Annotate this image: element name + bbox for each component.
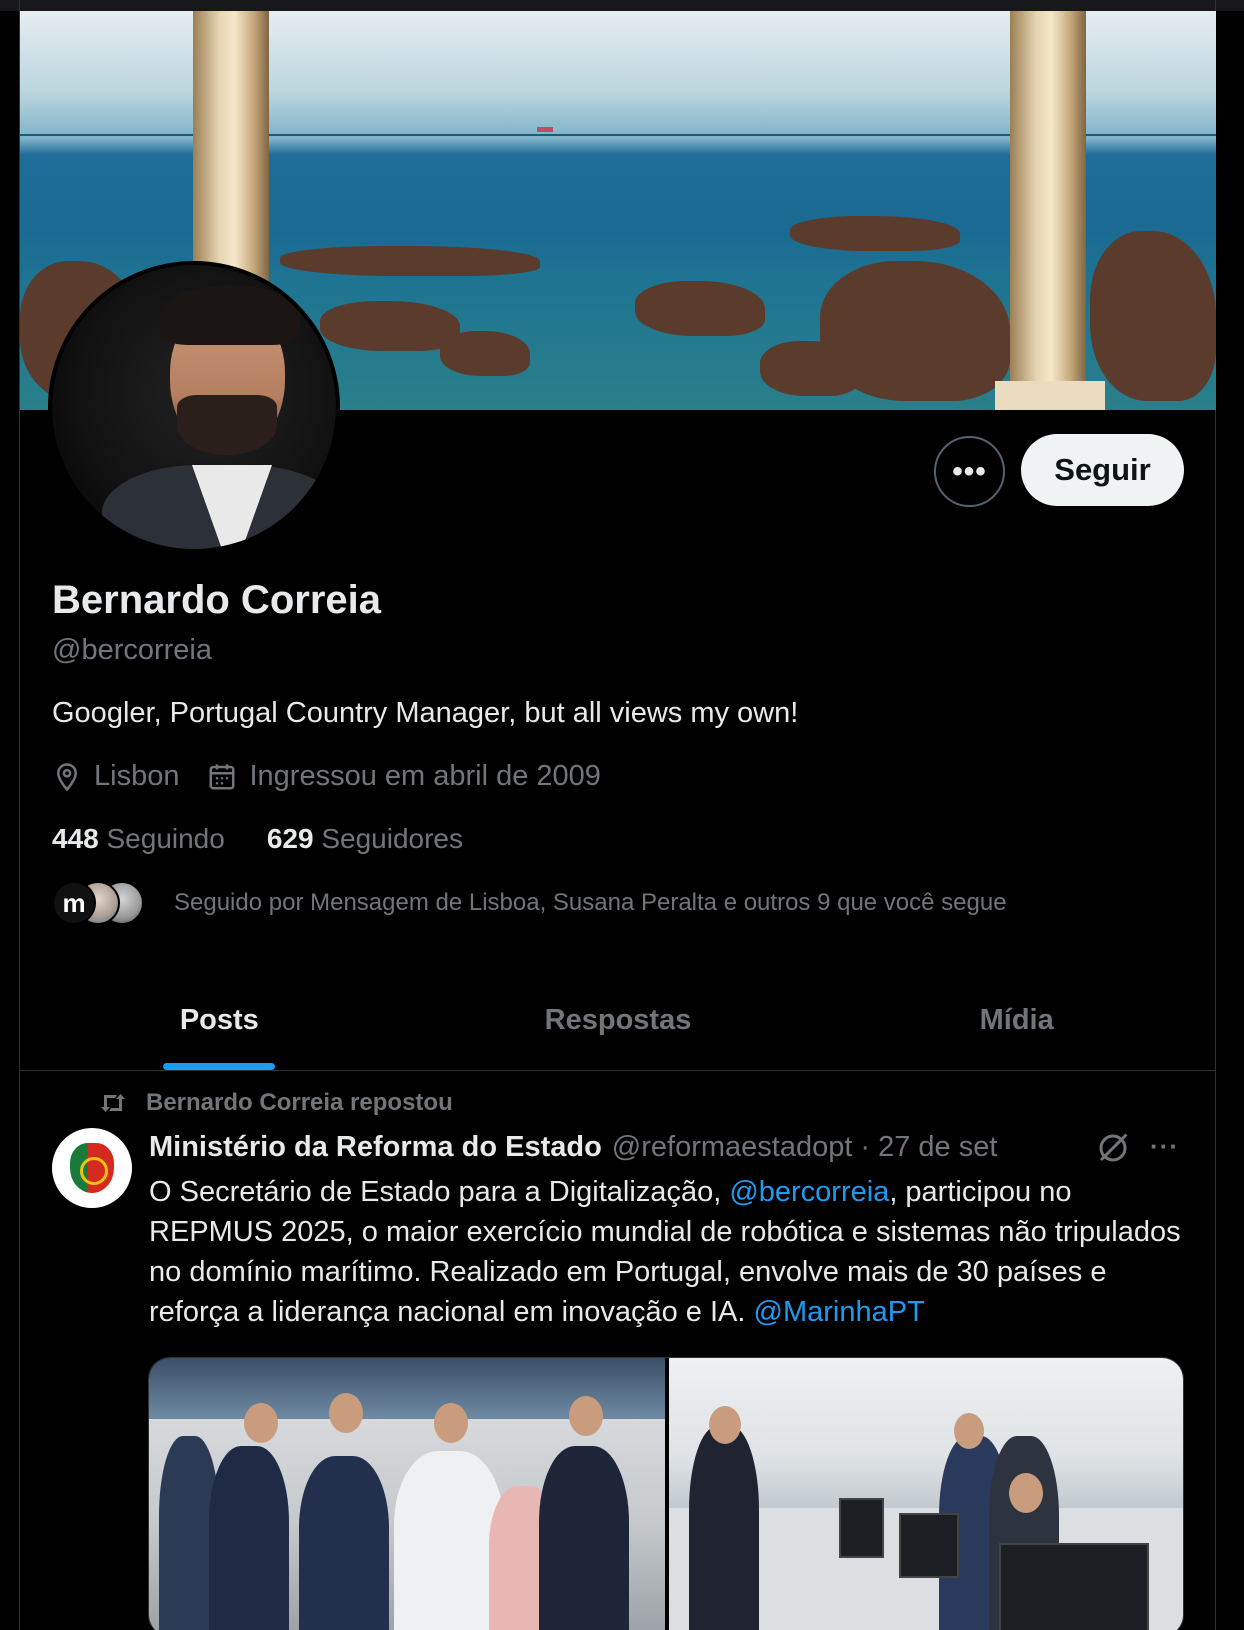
head — [434, 1403, 468, 1443]
post-photo[interactable] — [669, 1358, 1183, 1630]
portugal-emblem-icon — [70, 1143, 114, 1193]
head — [244, 1403, 278, 1443]
profile-avatar[interactable] — [48, 261, 340, 553]
location-pin-icon — [56, 762, 78, 791]
followers-count: 629 — [266, 823, 314, 854]
more-options-button[interactable]: ••• — [934, 436, 1005, 507]
head — [1009, 1473, 1043, 1513]
head — [954, 1413, 984, 1449]
mention-link[interactable]: @bercorreia — [729, 1176, 889, 1208]
column-right — [1010, 11, 1086, 410]
boat — [537, 127, 553, 132]
separator: · — [860, 1131, 871, 1163]
rock — [1090, 231, 1216, 401]
join-date-label: Ingressou em abril de 2009 — [249, 760, 601, 792]
head — [569, 1396, 603, 1436]
tab-label: Posts — [179, 1003, 259, 1036]
rock — [790, 216, 960, 251]
person — [689, 1426, 759, 1630]
follow-counts: 448 Seguindo 629 Seguidores — [52, 823, 505, 855]
join-date: Ingressou em abril de 2009 — [207, 760, 601, 793]
tab-posts[interactable]: Posts — [20, 970, 419, 1070]
post-author-avatar[interactable] — [52, 1128, 132, 1208]
person — [539, 1446, 629, 1630]
followed-by-row[interactable]: m Seguido por Mensagem de Lisboa, Susana… — [52, 881, 1007, 925]
avatar-beard — [177, 395, 277, 455]
post-header: Ministério da Reforma do Estado @reforma… — [149, 1131, 997, 1164]
monitor — [999, 1543, 1149, 1630]
head — [329, 1393, 363, 1433]
active-tab-indicator — [163, 1063, 276, 1070]
monitor — [839, 1498, 884, 1558]
tab-label: Respostas — [544, 1003, 692, 1036]
rock — [320, 301, 460, 351]
tab-replies[interactable]: Respostas — [419, 970, 818, 1070]
mini-avatar: m — [52, 881, 96, 925]
post-text-part: O Secretário de Estado para a Digitaliza… — [149, 1176, 730, 1208]
person — [394, 1451, 504, 1630]
repost-label: Bernardo Correia repostou — [146, 1089, 453, 1116]
repost-icon — [101, 1094, 125, 1112]
avatar-hair — [160, 285, 300, 345]
profile-bio: Googler, Portugal Country Manager, but a… — [52, 697, 799, 729]
rock — [820, 261, 1010, 401]
follow-button[interactable]: Seguir — [1021, 434, 1184, 506]
location: Lisbon — [52, 760, 179, 793]
monitor — [899, 1513, 959, 1578]
following-link[interactable]: 448 Seguindo — [52, 823, 225, 855]
column-left — [193, 11, 269, 281]
mention-link[interactable]: @MarinhaPT — [754, 1296, 925, 1328]
rock — [440, 331, 530, 376]
tab-media[interactable]: Mídia — [817, 970, 1216, 1070]
more-icon: ••• — [952, 454, 987, 488]
profile-meta: Lisbon Ingressou em abril de 2009 — [52, 760, 629, 793]
post-text: O Secretário de Estado para a Digitaliza… — [149, 1172, 1189, 1332]
post-author-handle[interactable]: @reformaestadopt — [612, 1131, 853, 1164]
profile-tabs: Posts Respostas Mídia — [20, 970, 1216, 1071]
followers-link[interactable]: 629 Seguidores — [267, 823, 463, 855]
post-more-button[interactable]: ··· — [1150, 1131, 1179, 1162]
profile-handle: @bercorreia — [52, 634, 212, 666]
calendar-icon — [209, 764, 235, 789]
following-label: Seguindo — [106, 823, 225, 854]
person — [209, 1446, 289, 1630]
column-base — [995, 381, 1105, 410]
repost-indicator[interactable]: Bernardo Correia repostou — [98, 1089, 453, 1117]
post-date[interactable]: 27 de set — [878, 1131, 997, 1164]
following-count: 448 — [52, 823, 99, 854]
tab-label: Mídia — [979, 1003, 1054, 1036]
followed-by-text: Seguido por Mensagem de Lisboa, Susana P… — [174, 889, 1007, 916]
profile-name: Bernardo Correia — [52, 578, 381, 622]
person — [299, 1456, 389, 1630]
grok-icon[interactable] — [1095, 1130, 1131, 1166]
avatar-photo — [52, 265, 336, 549]
rock — [280, 246, 540, 276]
head — [709, 1406, 741, 1444]
location-label: Lisbon — [94, 760, 180, 792]
followers-label: Seguidores — [321, 823, 463, 854]
rock — [635, 281, 765, 336]
post-media — [148, 1357, 1184, 1630]
post-author-name[interactable]: Ministério da Reforma do Estado — [149, 1131, 602, 1164]
post-photo[interactable] — [149, 1358, 665, 1630]
